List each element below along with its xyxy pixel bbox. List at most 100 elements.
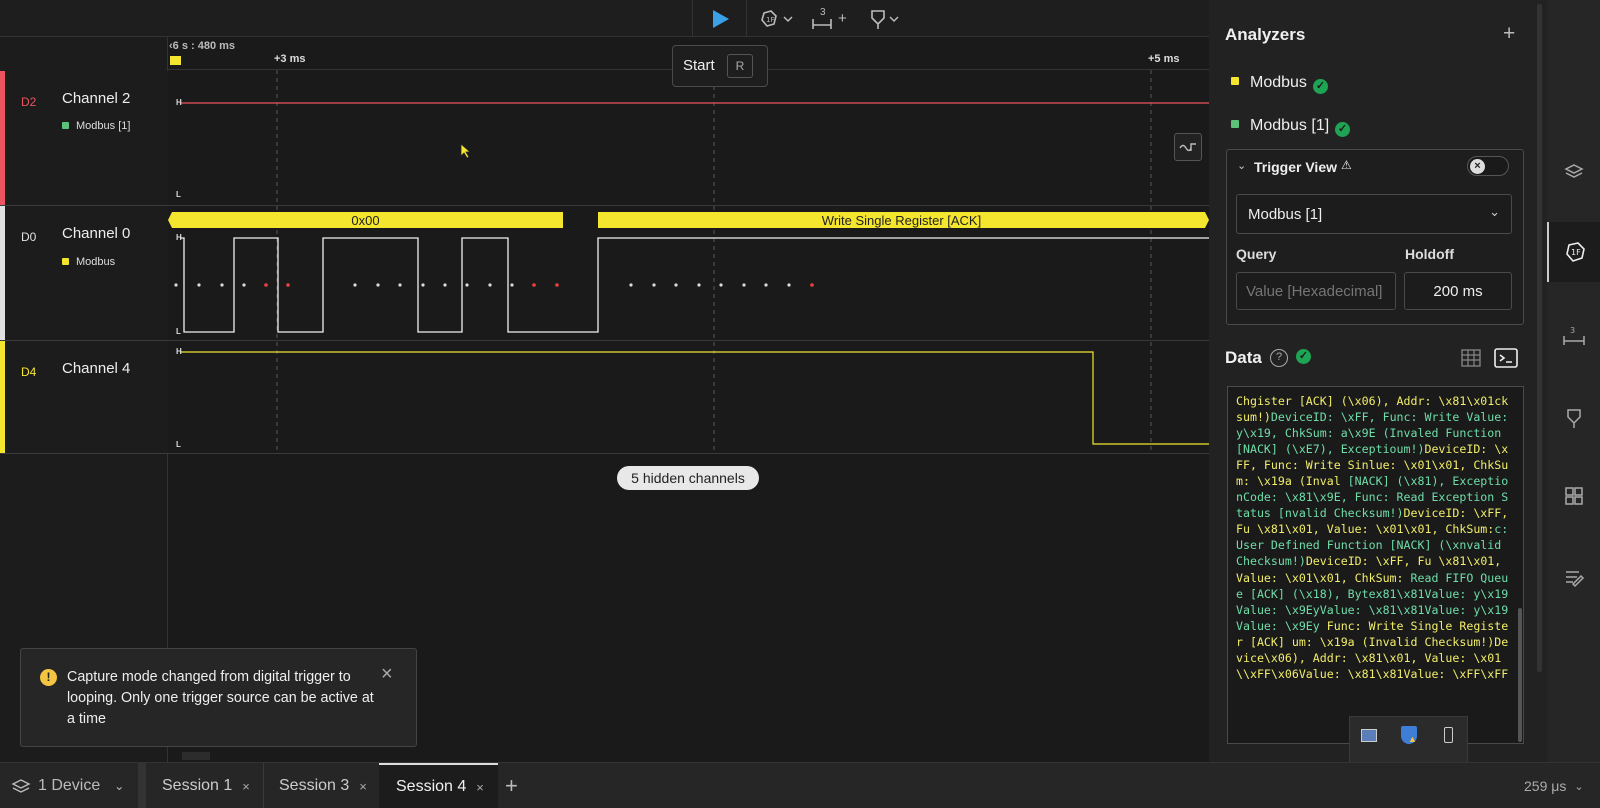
channel-row-d4[interactable]: D4 Channel 4 — [0, 341, 168, 453]
query-input[interactable] — [1236, 272, 1396, 310]
security-warning-tray-icon[interactable]: ▲ — [1401, 726, 1417, 744]
pin-icon — [871, 10, 899, 29]
table-view-button[interactable] — [1459, 346, 1483, 370]
tab-label: Session 3 — [279, 777, 350, 794]
tab-divider — [263, 763, 264, 808]
tab-session-4[interactable]: Session 4 × — [379, 763, 498, 808]
monitor-tray-icon[interactable] — [1361, 729, 1377, 742]
holdoff-value: 200 ms — [1433, 283, 1483, 300]
add-analyzer-button[interactable]: + — [1503, 22, 1515, 46]
help-icon[interactable]: ? — [1270, 349, 1288, 367]
glitch-filter-button[interactable] — [1174, 133, 1202, 161]
table-icon — [1461, 349, 1481, 367]
trigger-mode-icon: 1F — [761, 10, 793, 27]
rail-markers-button[interactable] — [1547, 388, 1600, 448]
add-measurement-button[interactable]: 3 + — [808, 4, 852, 34]
analyzer-select-value: Modbus [1] — [1248, 206, 1323, 223]
horizontal-scroll-thumb[interactable] — [182, 752, 210, 760]
channel-0-signal — [180, 237, 1209, 333]
tab-close-button[interactable]: × — [359, 779, 367, 794]
holdoff-input[interactable]: 200 ms — [1404, 272, 1512, 310]
tab-label: Session 4 — [396, 778, 467, 795]
rail-extensions-button[interactable] — [1547, 466, 1600, 526]
chevron-down-icon: ⌄ — [1574, 780, 1584, 793]
trigger-mode-button[interactable]: 1F — [756, 4, 796, 34]
device-selector[interactable]: 1 Device ⌄ — [10, 763, 136, 808]
tab-close-button[interactable]: × — [242, 779, 250, 794]
bottom-divider — [138, 763, 146, 808]
channel-row-d2[interactable]: D2 Channel 2 Modbus [1] — [0, 71, 168, 205]
analyzers-panel: Analyzers + Modbus ✓ Modbus [1] ✓ ⌄ Trigge… — [1209, 0, 1547, 762]
analyzer-color-swatch — [62, 258, 69, 265]
channel-color-stripe — [0, 206, 5, 340]
play-icon — [713, 10, 729, 28]
analyzer-select[interactable]: Modbus [1] ⌄ — [1236, 194, 1512, 234]
status-ok-icon: ✓ — [1296, 349, 1311, 364]
rail-device-button[interactable] — [1547, 142, 1600, 202]
mouse-cursor-icon — [460, 143, 472, 159]
chevron-down-icon[interactable]: ⌄ — [1237, 159, 1246, 172]
analyzer-color-swatch — [1231, 77, 1239, 85]
notification-close-button[interactable]: × — [381, 663, 393, 686]
waveform-canvas[interactable] — [168, 70, 1209, 460]
timeline-marker-5ms: +5 ms — [1148, 53, 1180, 65]
status-ok-icon: ✓ — [1335, 122, 1351, 137]
toggle-knob-close-icon: × — [1470, 159, 1485, 174]
channel-analyzer-tag: Modbus [1] — [62, 120, 130, 132]
start-button[interactable] — [702, 4, 736, 34]
analyzer-color-swatch — [62, 122, 69, 129]
hidden-channels-button[interactable]: 5 hidden channels — [617, 466, 759, 490]
channel-analyzer-tag: Modbus — [62, 256, 115, 268]
decode-frame-label: Write Single Register [ACK] — [821, 213, 982, 228]
tab-session-3[interactable]: Session 3 × — [279, 763, 367, 808]
timing-readout: 259 μs ⌄ — [1524, 763, 1584, 808]
rail-timing-button[interactable]: 3 — [1547, 306, 1600, 366]
tab-close-button[interactable]: × — [476, 780, 484, 795]
channel-color-stripe — [0, 71, 5, 205]
analyzer-item-modbus-1[interactable]: Modbus [1] ✓ — [1231, 117, 1351, 137]
usb-tray-icon[interactable] — [1444, 727, 1453, 743]
toolbar-divider — [746, 0, 747, 37]
layers-icon — [1563, 164, 1584, 178]
svg-text:3: 3 — [1570, 326, 1575, 335]
panel-scrollbar[interactable] — [1537, 4, 1542, 672]
rail-analyzers-button[interactable]: 1F — [1547, 222, 1600, 282]
tooltip-shortcut-key: R — [727, 54, 753, 78]
channel-code: D2 — [21, 95, 37, 109]
svg-text:1F: 1F — [1571, 248, 1581, 257]
analyzer-item-modbus[interactable]: Modbus ✓ — [1231, 74, 1328, 94]
marker-pin-button[interactable] — [864, 4, 904, 34]
bit-sample-dots — [174, 283, 814, 287]
plus-icon: + — [838, 10, 847, 27]
rail-notes-button[interactable] — [1547, 548, 1600, 608]
terminal-icon — [1494, 348, 1518, 368]
timeline-marker-3ms: +3 ms — [274, 53, 306, 65]
trigger-view-box: ⌄ Trigger View ⚠ × Modbus [1] ⌄ Query Ho… — [1226, 149, 1524, 325]
add-tab-button[interactable]: + — [505, 763, 518, 808]
channel-name: Channel 2 — [62, 90, 131, 107]
svg-text:1F: 1F — [766, 16, 774, 24]
terminal-view-button[interactable] — [1493, 346, 1519, 370]
terminal-scrollbar[interactable] — [1518, 608, 1522, 742]
bottom-bar: 1 Device ⌄ Session 1 × Session 3 × Session… — [0, 762, 1600, 808]
data-title: Data — [1225, 348, 1262, 367]
channel-row-d0[interactable]: D0 Channel 0 Modbus — [0, 206, 168, 340]
tab-session-1[interactable]: Session 1 × — [162, 763, 250, 808]
channel-color-stripe — [0, 341, 5, 453]
level-high: H — [176, 98, 182, 107]
trigger-view-toggle[interactable]: × — [1467, 156, 1509, 176]
glitch-filter-icon — [1179, 143, 1196, 152]
chevron-down-icon: ⌄ — [114, 779, 125, 793]
decode-frame-label: 0x00 — [351, 213, 380, 228]
level-low: L — [176, 190, 181, 199]
start-tooltip: Start R — [672, 45, 768, 87]
channel-code: D0 — [21, 230, 37, 244]
timeline-start-value: 6 s : 480 ms — [172, 40, 236, 52]
terminal-output[interactable]: Chgister [ACK] (\x06), Addr: \x81\x01cks… — [1227, 386, 1524, 744]
query-label: Query — [1236, 246, 1277, 262]
layers-icon — [11, 779, 31, 793]
toolbar-group — [692, 0, 693, 37]
trigger-view-warning-icon: ⚠ — [1341, 158, 1352, 172]
level-low: L — [176, 440, 181, 449]
channel-analyzer-name: Modbus [1] — [76, 120, 131, 132]
